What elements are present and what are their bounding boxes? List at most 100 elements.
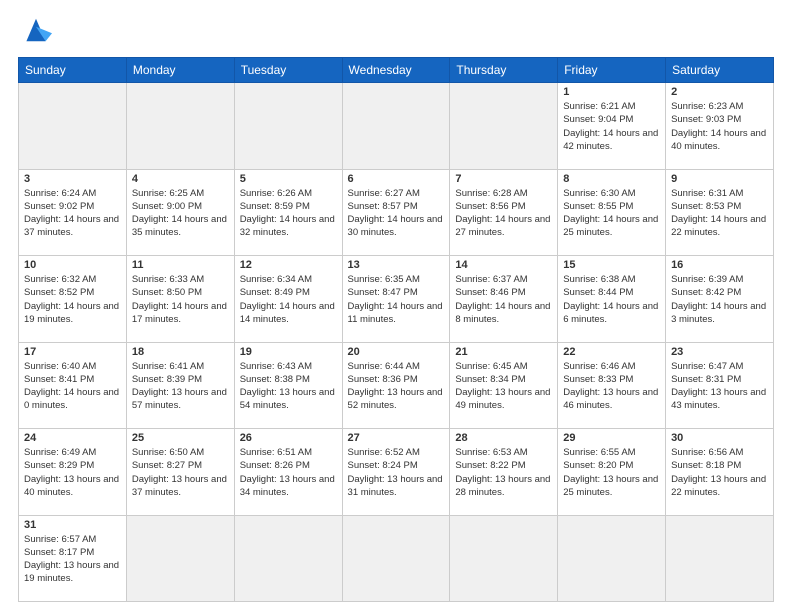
weekday-header-sunday: Sunday	[19, 58, 127, 83]
day-number: 12	[240, 259, 337, 271]
week-row-3: 17 Sunrise: 6:40 AM Sunset: 8:41 PM Dayl…	[19, 342, 774, 429]
day-info: Sunrise: 6:43 AM Sunset: 8:38 PM Dayligh…	[240, 360, 337, 413]
day-info: Sunrise: 6:41 AM Sunset: 8:39 PM Dayligh…	[132, 360, 229, 413]
day-number: 14	[455, 259, 552, 271]
calendar-cell: 24 Sunrise: 6:49 AM Sunset: 8:29 PM Dayl…	[19, 429, 127, 516]
calendar-cell	[666, 515, 774, 602]
day-number: 26	[240, 432, 337, 444]
day-info: Sunrise: 6:51 AM Sunset: 8:26 PM Dayligh…	[240, 446, 337, 499]
weekday-header-monday: Monday	[126, 58, 234, 83]
day-number: 31	[24, 519, 121, 531]
calendar: SundayMondayTuesdayWednesdayThursdayFrid…	[18, 57, 774, 602]
calendar-cell: 26 Sunrise: 6:51 AM Sunset: 8:26 PM Dayl…	[234, 429, 342, 516]
day-number: 9	[671, 173, 768, 185]
day-info: Sunrise: 6:23 AM Sunset: 9:03 PM Dayligh…	[671, 100, 768, 153]
day-number: 22	[563, 346, 660, 358]
calendar-cell	[450, 83, 558, 170]
day-info: Sunrise: 6:56 AM Sunset: 8:18 PM Dayligh…	[671, 446, 768, 499]
day-number: 7	[455, 173, 552, 185]
calendar-cell: 14 Sunrise: 6:37 AM Sunset: 8:46 PM Dayl…	[450, 256, 558, 343]
day-info: Sunrise: 6:55 AM Sunset: 8:20 PM Dayligh…	[563, 446, 660, 499]
calendar-cell: 7 Sunrise: 6:28 AM Sunset: 8:56 PM Dayli…	[450, 169, 558, 256]
day-info: Sunrise: 6:30 AM Sunset: 8:55 PM Dayligh…	[563, 187, 660, 240]
calendar-cell: 21 Sunrise: 6:45 AM Sunset: 8:34 PM Dayl…	[450, 342, 558, 429]
calendar-cell: 15 Sunrise: 6:38 AM Sunset: 8:44 PM Dayl…	[558, 256, 666, 343]
day-number: 6	[348, 173, 445, 185]
day-number: 2	[671, 86, 768, 98]
day-number: 11	[132, 259, 229, 271]
calendar-cell: 19 Sunrise: 6:43 AM Sunset: 8:38 PM Dayl…	[234, 342, 342, 429]
week-row-4: 24 Sunrise: 6:49 AM Sunset: 8:29 PM Dayl…	[19, 429, 774, 516]
day-info: Sunrise: 6:27 AM Sunset: 8:57 PM Dayligh…	[348, 187, 445, 240]
week-row-1: 3 Sunrise: 6:24 AM Sunset: 9:02 PM Dayli…	[19, 169, 774, 256]
day-info: Sunrise: 6:40 AM Sunset: 8:41 PM Dayligh…	[24, 360, 121, 413]
weekday-header-thursday: Thursday	[450, 58, 558, 83]
calendar-cell	[126, 83, 234, 170]
calendar-cell: 16 Sunrise: 6:39 AM Sunset: 8:42 PM Dayl…	[666, 256, 774, 343]
calendar-cell: 22 Sunrise: 6:46 AM Sunset: 8:33 PM Dayl…	[558, 342, 666, 429]
day-info: Sunrise: 6:53 AM Sunset: 8:22 PM Dayligh…	[455, 446, 552, 499]
day-info: Sunrise: 6:34 AM Sunset: 8:49 PM Dayligh…	[240, 273, 337, 326]
calendar-cell: 25 Sunrise: 6:50 AM Sunset: 8:27 PM Dayl…	[126, 429, 234, 516]
calendar-cell: 11 Sunrise: 6:33 AM Sunset: 8:50 PM Dayl…	[126, 256, 234, 343]
calendar-cell: 2 Sunrise: 6:23 AM Sunset: 9:03 PM Dayli…	[666, 83, 774, 170]
day-number: 4	[132, 173, 229, 185]
day-number: 10	[24, 259, 121, 271]
day-number: 3	[24, 173, 121, 185]
week-row-0: 1 Sunrise: 6:21 AM Sunset: 9:04 PM Dayli…	[19, 83, 774, 170]
day-number: 19	[240, 346, 337, 358]
week-row-2: 10 Sunrise: 6:32 AM Sunset: 8:52 PM Dayl…	[19, 256, 774, 343]
day-number: 17	[24, 346, 121, 358]
day-number: 15	[563, 259, 660, 271]
header	[18, 16, 774, 49]
weekday-header-tuesday: Tuesday	[234, 58, 342, 83]
day-number: 16	[671, 259, 768, 271]
calendar-cell: 1 Sunrise: 6:21 AM Sunset: 9:04 PM Dayli…	[558, 83, 666, 170]
calendar-cell: 31 Sunrise: 6:57 AM Sunset: 8:17 PM Dayl…	[19, 515, 127, 602]
day-info: Sunrise: 6:35 AM Sunset: 8:47 PM Dayligh…	[348, 273, 445, 326]
weekday-header-saturday: Saturday	[666, 58, 774, 83]
day-info: Sunrise: 6:45 AM Sunset: 8:34 PM Dayligh…	[455, 360, 552, 413]
day-number: 24	[24, 432, 121, 444]
day-number: 13	[348, 259, 445, 271]
day-number: 20	[348, 346, 445, 358]
day-number: 23	[671, 346, 768, 358]
calendar-cell: 5 Sunrise: 6:26 AM Sunset: 8:59 PM Dayli…	[234, 169, 342, 256]
calendar-cell: 13 Sunrise: 6:35 AM Sunset: 8:47 PM Dayl…	[342, 256, 450, 343]
calendar-cell	[342, 515, 450, 602]
calendar-cell: 23 Sunrise: 6:47 AM Sunset: 8:31 PM Dayl…	[666, 342, 774, 429]
day-number: 30	[671, 432, 768, 444]
day-number: 29	[563, 432, 660, 444]
day-info: Sunrise: 6:25 AM Sunset: 9:00 PM Dayligh…	[132, 187, 229, 240]
day-info: Sunrise: 6:47 AM Sunset: 8:31 PM Dayligh…	[671, 360, 768, 413]
day-info: Sunrise: 6:28 AM Sunset: 8:56 PM Dayligh…	[455, 187, 552, 240]
day-number: 8	[563, 173, 660, 185]
calendar-cell: 3 Sunrise: 6:24 AM Sunset: 9:02 PM Dayli…	[19, 169, 127, 256]
calendar-cell	[126, 515, 234, 602]
day-info: Sunrise: 6:38 AM Sunset: 8:44 PM Dayligh…	[563, 273, 660, 326]
day-info: Sunrise: 6:44 AM Sunset: 8:36 PM Dayligh…	[348, 360, 445, 413]
day-number: 1	[563, 86, 660, 98]
day-info: Sunrise: 6:32 AM Sunset: 8:52 PM Dayligh…	[24, 273, 121, 326]
day-info: Sunrise: 6:50 AM Sunset: 8:27 PM Dayligh…	[132, 446, 229, 499]
day-info: Sunrise: 6:39 AM Sunset: 8:42 PM Dayligh…	[671, 273, 768, 326]
calendar-cell	[558, 515, 666, 602]
day-info: Sunrise: 6:37 AM Sunset: 8:46 PM Dayligh…	[455, 273, 552, 326]
day-number: 25	[132, 432, 229, 444]
day-info: Sunrise: 6:46 AM Sunset: 8:33 PM Dayligh…	[563, 360, 660, 413]
calendar-cell: 28 Sunrise: 6:53 AM Sunset: 8:22 PM Dayl…	[450, 429, 558, 516]
day-info: Sunrise: 6:52 AM Sunset: 8:24 PM Dayligh…	[348, 446, 445, 499]
weekday-header-wednesday: Wednesday	[342, 58, 450, 83]
calendar-cell: 29 Sunrise: 6:55 AM Sunset: 8:20 PM Dayl…	[558, 429, 666, 516]
calendar-cell: 30 Sunrise: 6:56 AM Sunset: 8:18 PM Dayl…	[666, 429, 774, 516]
day-number: 18	[132, 346, 229, 358]
week-row-5: 31 Sunrise: 6:57 AM Sunset: 8:17 PM Dayl…	[19, 515, 774, 602]
day-number: 28	[455, 432, 552, 444]
day-info: Sunrise: 6:31 AM Sunset: 8:53 PM Dayligh…	[671, 187, 768, 240]
day-info: Sunrise: 6:24 AM Sunset: 9:02 PM Dayligh…	[24, 187, 121, 240]
calendar-cell	[19, 83, 127, 170]
calendar-cell	[450, 515, 558, 602]
calendar-cell: 27 Sunrise: 6:52 AM Sunset: 8:24 PM Dayl…	[342, 429, 450, 516]
weekday-header-row: SundayMondayTuesdayWednesdayThursdayFrid…	[19, 58, 774, 83]
logo	[18, 16, 52, 49]
